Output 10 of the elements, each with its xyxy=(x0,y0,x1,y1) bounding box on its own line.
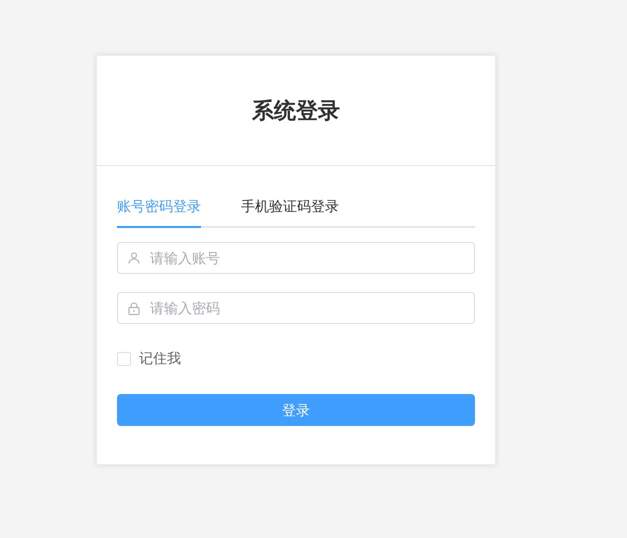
user-icon xyxy=(128,252,140,264)
login-title: 系统登录 xyxy=(252,97,340,125)
input-field[interactable]: 请输入密码 xyxy=(117,292,475,324)
login-tab[interactable]: 账号密码登录 xyxy=(117,196,201,228)
input-field[interactable]: 请输入账号 xyxy=(117,242,475,274)
login-button[interactable]: 登录 xyxy=(117,394,475,426)
login-tab[interactable]: 手机验证码登录 xyxy=(241,196,339,228)
lock-icon xyxy=(128,302,140,315)
checkbox[interactable] xyxy=(117,352,131,366)
checkbox-label: 记住我 xyxy=(139,349,181,368)
